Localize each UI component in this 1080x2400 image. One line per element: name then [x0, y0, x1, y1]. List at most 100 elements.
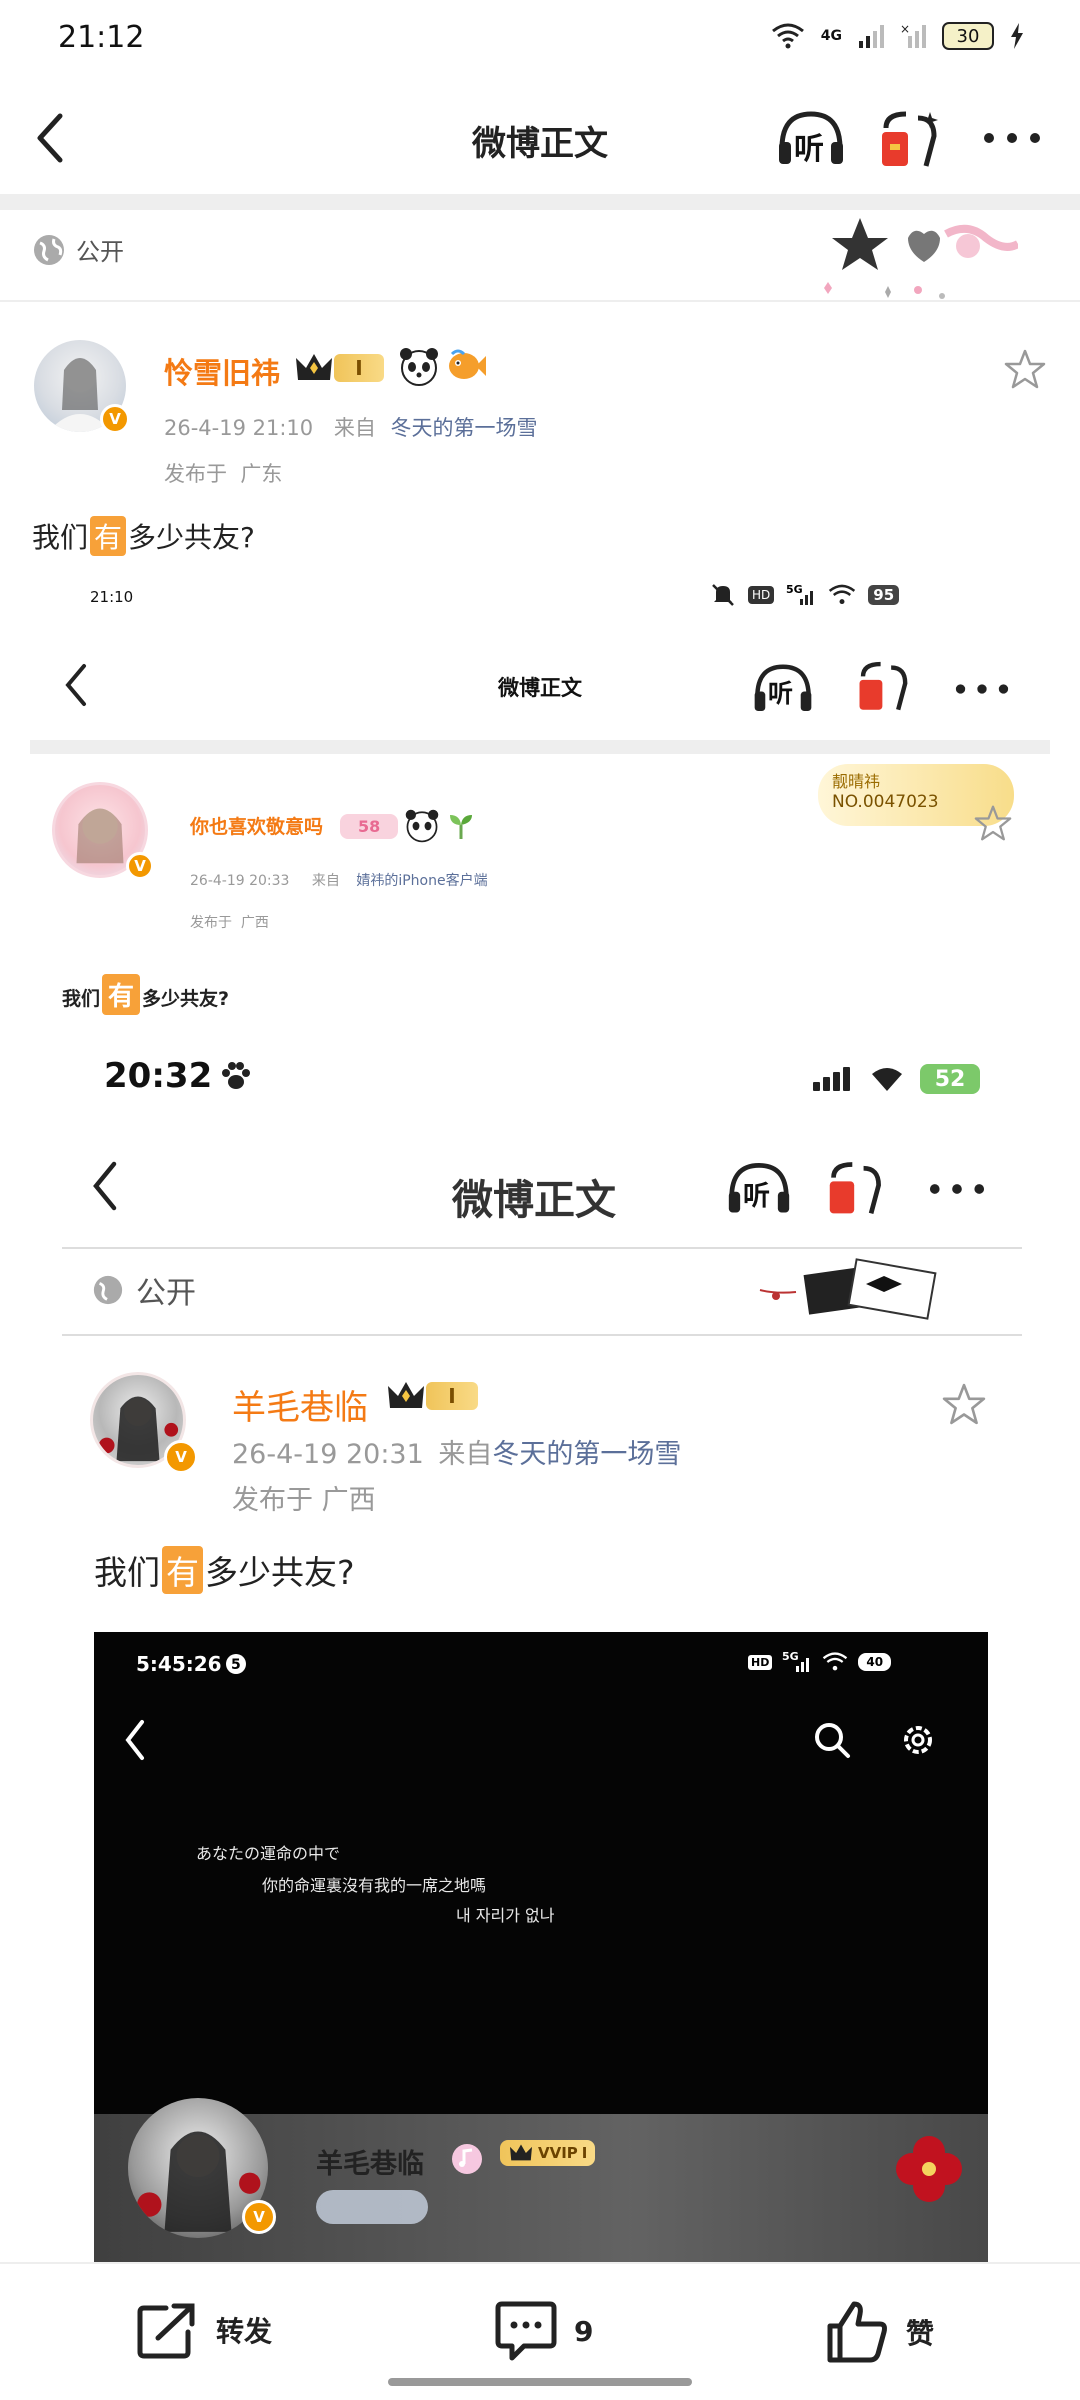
home-indicator[interactable] — [388, 2378, 692, 2386]
more-icon — [984, 133, 1040, 143]
lyric-line-2: 你的命運裏沒有我的一席之地嗎 — [262, 1876, 487, 1895]
like-button[interactable]: 赞 — [826, 2300, 934, 2364]
like-label: 赞 — [906, 2317, 935, 2350]
fish-icon — [446, 348, 486, 388]
post-text-before: 我们 — [32, 521, 89, 554]
source-prefix: 来自 — [333, 416, 376, 440]
embedded-screenshot-1[interactable]: 21:10 HD 5G 95 微博正文 听 V 你也喜欢敬意吗 58 靓晴祎 N… — [30, 572, 1050, 1042]
shot2-nav-title: 微博正文 — [452, 1176, 616, 1224]
star-outline-icon — [942, 1383, 986, 1425]
listen-label: 听 — [794, 132, 824, 167]
red-packet-icon — [882, 111, 938, 167]
shot2-username: 羊毛巷临 — [232, 1388, 368, 1428]
shot1-level-badge: 58 — [340, 808, 476, 844]
favorite-button[interactable] — [1004, 348, 1046, 394]
red-packet-icon — [829, 1162, 881, 1214]
visibility-row: 公开 — [32, 232, 124, 267]
signal-no-sim-icon: × — [900, 23, 926, 48]
shot1-battery: 95 — [868, 585, 900, 605]
svg-text:5G: 5G — [782, 1650, 799, 1663]
envelope-bow-decoration-icon — [759, 1258, 937, 1320]
wifi-icon — [823, 1652, 848, 1671]
shot2-status-time: 20:32 — [104, 1056, 213, 1096]
shot1-level-label: 58 — [340, 813, 399, 839]
signal-icon: 5G — [782, 1650, 810, 1672]
listen-button[interactable]: 听 — [776, 108, 846, 168]
divider — [0, 300, 1080, 302]
level-badge: I — [294, 350, 384, 386]
bottom-toolbar: 转发 9 赞 — [0, 2262, 1080, 2400]
video-vip-label: VVIP — [538, 2144, 578, 2162]
video-vip-badge: VVIP I — [500, 2140, 596, 2166]
shot2-timestamp: 26-4-19 20:31 — [232, 1439, 424, 1470]
svg-text:5: 5 — [231, 1657, 241, 1673]
signal-icon — [859, 25, 884, 48]
verified-badge: V — [242, 2200, 276, 2234]
paw-icon — [222, 1062, 250, 1089]
svg-text:×: × — [900, 23, 910, 36]
embedded-screenshot-2[interactable]: 20:32 52 微博正文 听 公开 V 羊毛巷临 I 26-4-19 20:3… — [62, 1042, 1022, 1622]
star-outline-icon — [974, 805, 1012, 841]
battery-icon: 30 — [942, 22, 994, 50]
shot2-text-after: 多少共友? — [205, 1553, 355, 1592]
verified-badge: V — [100, 404, 130, 434]
embedded-video-frame[interactable]: 5:45:26 5 HD 5G 40 あなたの運命の中で 你的命運裏沒有我的一席… — [94, 1632, 988, 2264]
lyric-line-1: あなたの運命の中で — [196, 1844, 341, 1863]
shot2-battery: 52 — [934, 1066, 966, 1092]
repost-button[interactable]: 转发 — [136, 2300, 272, 2360]
video-username: 羊毛巷临 — [316, 2149, 424, 2180]
comment-button[interactable]: 9 — [494, 2300, 593, 2362]
video-back-icon — [125, 1720, 144, 1760]
level-label: I — [334, 354, 384, 382]
more-button[interactable] — [982, 130, 1042, 150]
shot2-source-prefix: 来自 — [438, 1439, 493, 1470]
shot1-text-highlight: 有 — [102, 974, 141, 1015]
star-outline-icon — [1004, 349, 1046, 389]
thumbs-up-icon — [827, 2301, 887, 2363]
red-packet-button[interactable] — [878, 108, 944, 170]
visibility-label: 公开 — [76, 238, 124, 266]
mute-icon — [712, 584, 734, 606]
post-meta: 26-4-19 21:10 来自 冬天的第一场雪 — [164, 412, 538, 442]
divider — [0, 194, 1080, 210]
shot2-level-label: I — [426, 1382, 478, 1410]
shot1-fan-badge-name: 靓晴祎 — [832, 772, 881, 791]
shot2-location: 发布于 广西 — [232, 1485, 376, 1516]
shot2-post-text: 我们有多少共友? — [94, 1546, 355, 1594]
notification-count-icon: 5 — [226, 1654, 246, 1674]
wifi-icon — [829, 584, 856, 605]
shot2-source: 冬天的第一场雪 — [492, 1439, 682, 1470]
shot1-source: 婧祎的iPhone客户端 — [356, 873, 488, 889]
shot2-battery-icon: 52 — [920, 1064, 980, 1094]
post-text-highlight: 有 — [90, 516, 127, 556]
star-heart-decoration-icon — [824, 218, 1020, 299]
shot1-status-icons: HD 5G 95 — [710, 582, 900, 608]
divider — [30, 740, 1050, 754]
shot1-listen-icon: 听 — [752, 660, 814, 716]
video-status-icons: HD 5G 40 — [748, 1650, 892, 1674]
shot1-meta: 26-4-19 20:33 来自 婧祎的iPhone客户端 — [190, 870, 488, 890]
more-icon — [955, 684, 1009, 694]
shot2-text-before: 我们 — [94, 1553, 160, 1592]
lyric-line-3: 내 자리가 없나 — [456, 1906, 555, 1925]
verified-badge: V — [164, 1440, 198, 1474]
shot1-username: 你也喜欢敬意吗 — [190, 816, 324, 838]
shot2-listen-label: 听 — [743, 1181, 770, 1212]
divider — [62, 1334, 1022, 1336]
post-text: 我们有多少共友? — [32, 516, 255, 556]
more-icon — [929, 1184, 985, 1194]
divider — [62, 1247, 1022, 1249]
post-source[interactable]: 冬天的第一场雪 — [391, 416, 538, 440]
shot2-text-highlight: 有 — [162, 1546, 203, 1594]
search-icon — [815, 1723, 850, 1758]
music-note-icon — [452, 2144, 482, 2174]
username[interactable]: 怜雪旧祎 — [164, 350, 280, 392]
globe-icon — [34, 234, 64, 265]
shot2-level-badge: I — [386, 1378, 478, 1414]
video-status-time: 5:45:26 — [136, 1652, 222, 1676]
decoration-stars — [818, 212, 1020, 302]
sprout-icon — [450, 815, 473, 839]
shot1-timestamp: 26-4-19 20:33 — [190, 873, 290, 889]
nav-bar: 微博正文 听 — [0, 80, 1080, 195]
crown-icon — [296, 354, 332, 380]
